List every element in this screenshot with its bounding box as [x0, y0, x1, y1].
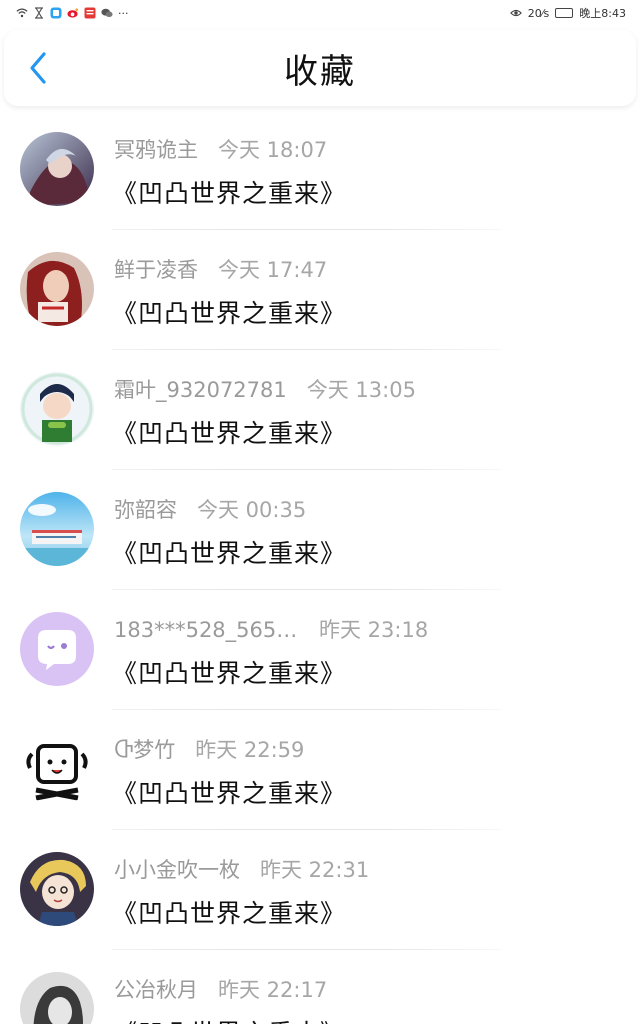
item-meta: 公冶秋月 昨天 22:17 [114, 974, 327, 1004]
avatar[interactable] [20, 132, 94, 206]
list-item[interactable]: 冥鸦诡主 今天 18:07 《凹凸世界之重来》 [0, 110, 640, 230]
battery-icon [555, 8, 574, 18]
network-speed: 20⁄s [527, 6, 550, 20]
item-meta: 冥鸦诡主 今天 18:07 [114, 134, 327, 164]
avatar[interactable] [20, 732, 94, 806]
book-title[interactable]: 《凹凸世界之重来》 [112, 174, 346, 210]
avatar[interactable] [20, 372, 94, 446]
username[interactable]: Ⴇ梦竹 [114, 734, 175, 764]
username[interactable]: 霜叶_932072781 [114, 374, 287, 404]
weibo-icon [67, 7, 79, 19]
timestamp: 今天 00:35 [197, 498, 307, 522]
list-item[interactable]: 霜叶_932072781 今天 13:05 《凹凸世界之重来》 [0, 350, 640, 470]
timestamp: 今天 13:05 [306, 378, 416, 402]
news-app-icon [84, 7, 96, 19]
avatar[interactable] [20, 612, 94, 686]
book-title[interactable]: 《凹凸世界之重来》 [112, 1014, 346, 1024]
item-meta: 鲜于凌香 今天 17:47 [114, 254, 327, 284]
timestamp: 昨天 23:18 [319, 618, 429, 642]
list-item[interactable]: 小小金吹一枚 昨天 22:31 《凹凸世界之重来》 [0, 830, 640, 950]
wechat-icon [101, 7, 113, 19]
item-meta: Ⴇ梦竹 昨天 22:59 [114, 734, 304, 764]
clock: 晚上8:43 [579, 7, 626, 20]
item-meta: 小小金吹一枚 昨天 22:31 [114, 854, 369, 884]
book-title[interactable]: 《凹凸世界之重来》 [112, 894, 346, 930]
status-icons-right: 20⁄s 晚上8:43 [509, 5, 626, 21]
book-title[interactable]: 《凹凸世界之重来》 [112, 654, 346, 690]
timestamp: 今天 18:07 [218, 138, 328, 162]
timestamp: 昨天 22:17 [218, 978, 328, 1002]
back-button[interactable] [18, 48, 58, 88]
avatar[interactable] [20, 492, 94, 566]
timestamp: 昨天 22:59 [195, 738, 305, 762]
avatar[interactable] [20, 852, 94, 926]
wifi-icon [16, 7, 28, 19]
username[interactable]: 弥韶容 [114, 494, 177, 524]
status-bar: ··· 20⁄s 晚上8:43 [0, 0, 640, 26]
chevron-left-icon [30, 52, 46, 84]
book-title[interactable]: 《凹凸世界之重来》 [112, 294, 346, 330]
hourglass-icon [33, 7, 45, 19]
item-meta: 弥韶容 今天 00:35 [114, 494, 306, 524]
item-meta: 183***528_5656537… 昨天 23:18 [114, 614, 428, 644]
app-notification-icon [50, 7, 62, 19]
list-item[interactable]: Ⴇ梦竹 昨天 22:59 《凹凸世界之重来》 [0, 710, 640, 830]
item-meta: 霜叶_932072781 今天 13:05 [114, 374, 416, 404]
avatar[interactable] [20, 252, 94, 326]
list-item[interactable]: 弥韶容 今天 00:35 《凹凸世界之重来》 [0, 470, 640, 590]
favorites-list: 冥鸦诡主 今天 18:07 《凹凸世界之重来》 鲜于凌香 今天 17:47 《凹… [0, 110, 640, 1024]
list-item[interactable]: 鲜于凌香 今天 17:47 《凹凸世界之重来》 [0, 230, 640, 350]
username[interactable]: 冥鸦诡主 [114, 134, 198, 164]
username[interactable]: 小小金吹一枚 [114, 854, 240, 884]
timestamp: 昨天 22:31 [260, 858, 370, 882]
status-icons-left: ··· [16, 7, 129, 20]
username[interactable]: 183***528_5656537… [114, 618, 299, 642]
timestamp: 今天 17:47 [218, 258, 328, 282]
book-title[interactable]: 《凹凸世界之重来》 [112, 534, 346, 570]
list-item[interactable]: 公冶秋月 昨天 22:17 《凹凸世界之重来》 [0, 950, 640, 1024]
list-item[interactable]: 183***528_5656537… 昨天 23:18 《凹凸世界之重来》 [0, 590, 640, 710]
more-notifications-indicator: ··· [118, 6, 129, 20]
username[interactable]: 鲜于凌香 [114, 254, 198, 284]
eye-icon [509, 7, 522, 19]
username[interactable]: 公冶秋月 [114, 974, 198, 1004]
book-title[interactable]: 《凹凸世界之重来》 [112, 414, 346, 450]
page-title: 收藏 [284, 51, 356, 92]
avatar[interactable] [20, 972, 94, 1024]
nav-header: 收藏 [4, 30, 636, 106]
book-title[interactable]: 《凹凸世界之重来》 [112, 774, 346, 810]
